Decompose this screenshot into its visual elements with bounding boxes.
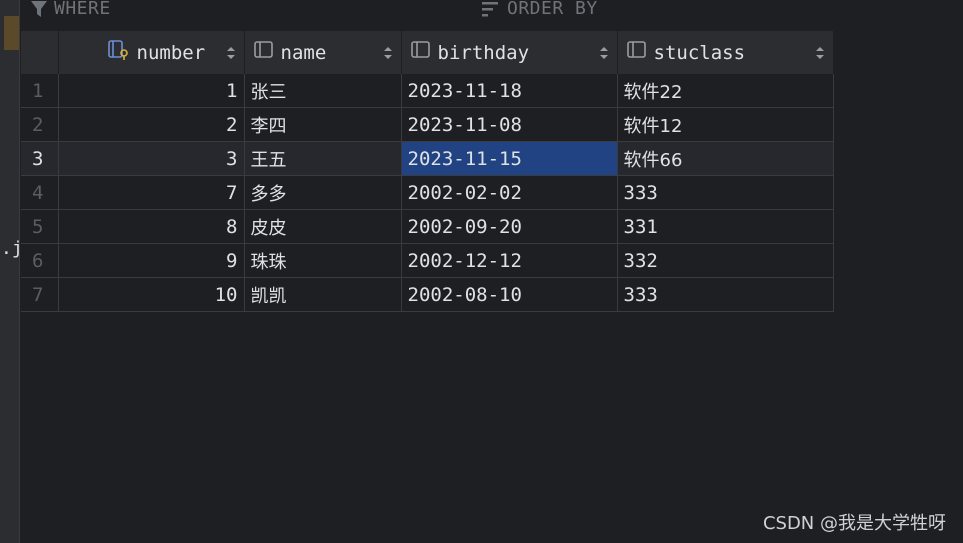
row-number: 4 [21, 175, 59, 210]
cell-birthday[interactable]: 2023-11-08 [401, 107, 618, 142]
cell-stuclass[interactable]: 332 [617, 243, 834, 278]
sort-toggle-icon[interactable] [383, 46, 393, 60]
table-row[interactable]: 2 2 李四 2023-11-08 软件12 [21, 107, 834, 142]
cell-number[interactable]: 3 [58, 141, 245, 176]
cell-birthday[interactable]: 2002-09-20 [401, 209, 618, 244]
cell-number[interactable]: 7 [58, 175, 245, 210]
cell-birthday-selected[interactable]: 2023-11-15 [401, 141, 618, 176]
cell-name[interactable]: 李四 [244, 107, 402, 142]
column-label-number: number [136, 41, 206, 64]
cell-stuclass[interactable]: 软件66 [617, 141, 834, 176]
table-row[interactable]: 5 8 皮皮 2002-09-20 331 [21, 209, 834, 244]
row-number-header [21, 31, 59, 74]
cell-stuclass[interactable]: 333 [617, 277, 834, 312]
where-filter[interactable]: WHERE [30, 0, 111, 19]
column-label-birthday: birthday [437, 41, 530, 64]
cell-stuclass[interactable]: 软件22 [617, 74, 834, 108]
grid-header-row: number name birthday stuclass [21, 31, 834, 74]
sort-toggle-icon[interactable] [599, 46, 609, 60]
column-label-name: name [280, 41, 327, 64]
cell-birthday[interactable]: 2023-11-18 [401, 74, 618, 108]
table-row-current[interactable]: 3 3 王五 2023-11-15 软件66 [21, 141, 834, 176]
watermark: CSDN @我是大学牲呀 [762, 513, 946, 534]
column-header-number[interactable]: number [58, 31, 245, 74]
cell-number[interactable]: 8 [58, 209, 245, 244]
result-grid: number name birthday stuclass 1 1 张三 202… [21, 31, 834, 312]
cell-name[interactable]: 多多 [244, 175, 402, 210]
sort-lines-icon [481, 0, 501, 18]
table-row[interactable]: 1 1 张三 2023-11-18 软件22 [21, 74, 834, 108]
filter-bar: WHERE ORDER BY [20, 0, 963, 22]
cell-birthday[interactable]: 2002-08-10 [401, 277, 618, 312]
column-header-birthday[interactable]: birthday [401, 31, 618, 74]
row-number: 6 [21, 243, 59, 278]
row-number: 3 [21, 141, 59, 176]
column-icon [410, 40, 432, 65]
cell-stuclass[interactable]: 331 [617, 209, 834, 244]
cell-name[interactable]: 凯凯 [244, 277, 402, 312]
cell-name[interactable]: 珠珠 [244, 243, 402, 278]
cell-name[interactable]: 王五 [244, 141, 402, 176]
orderby-label: ORDER BY [507, 0, 598, 19]
cell-number[interactable]: 9 [58, 243, 245, 278]
cell-number[interactable]: 1 [58, 74, 245, 108]
left-editor-strip: .ja [0, 0, 34, 543]
column-header-name[interactable]: name [244, 31, 402, 74]
primary-key-column-icon [107, 39, 131, 66]
table-row[interactable]: 7 10 凯凯 2002-08-10 333 [21, 277, 834, 312]
table-row[interactable]: 6 9 珠珠 2002-12-12 332 [21, 243, 834, 278]
sort-toggle-icon[interactable] [226, 46, 236, 60]
column-icon [253, 40, 275, 65]
column-icon [626, 40, 648, 65]
cell-birthday[interactable]: 2002-02-02 [401, 175, 618, 210]
row-number: 5 [21, 209, 59, 244]
column-header-stuclass[interactable]: stuclass [617, 31, 834, 74]
row-number: 7 [21, 277, 59, 312]
cell-name[interactable]: 皮皮 [244, 209, 402, 244]
sort-toggle-icon[interactable] [815, 46, 825, 60]
row-number: 1 [21, 74, 59, 108]
filter-icon [30, 0, 48, 18]
row-number: 2 [21, 107, 59, 142]
cell-name[interactable]: 张三 [244, 74, 402, 108]
editor-marker [4, 16, 19, 50]
cell-number[interactable]: 2 [58, 107, 245, 142]
orderby-filter[interactable]: ORDER BY [481, 0, 598, 19]
cell-stuclass[interactable]: 333 [617, 175, 834, 210]
where-label: WHERE [54, 0, 111, 19]
cell-number[interactable]: 10 [58, 277, 245, 312]
cell-stuclass[interactable]: 软件12 [617, 107, 834, 142]
table-row[interactable]: 4 7 多多 2002-02-02 333 [21, 175, 834, 210]
cell-birthday[interactable]: 2002-12-12 [401, 243, 618, 278]
column-label-stuclass: stuclass [653, 41, 746, 64]
